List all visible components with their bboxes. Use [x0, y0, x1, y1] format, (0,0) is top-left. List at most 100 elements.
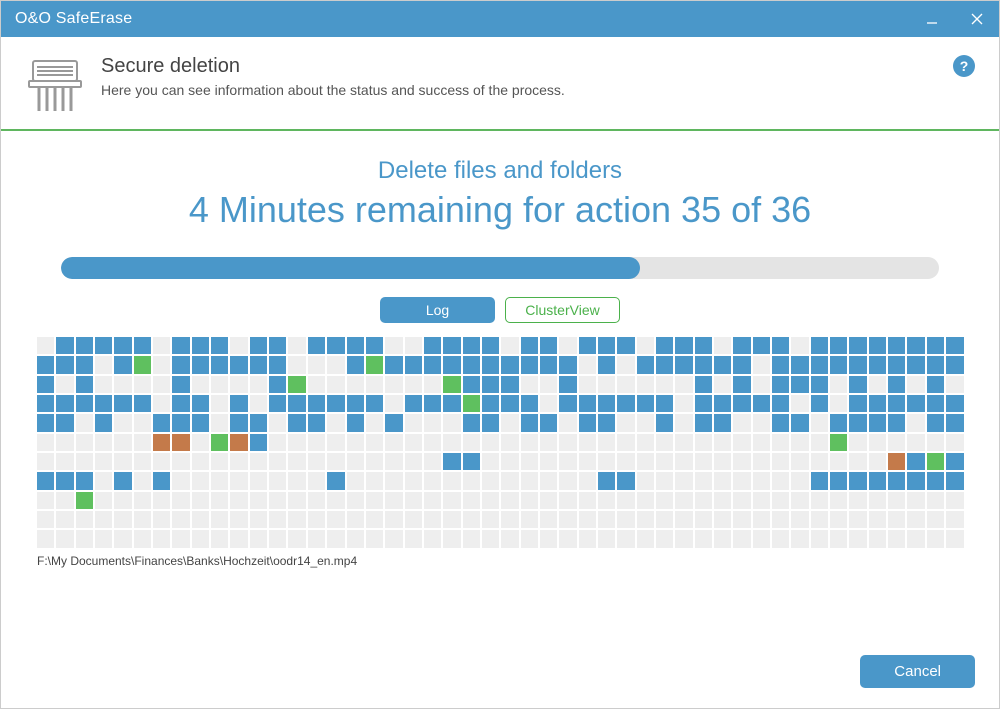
cluster-cell: [37, 530, 54, 547]
cluster-cell: [907, 453, 924, 470]
time-remaining-text: 4 Minutes remaining for action 35 of 36: [37, 189, 963, 231]
cluster-cell: [114, 337, 131, 354]
cluster-cell: [76, 511, 93, 528]
cluster-cell: [501, 434, 518, 451]
cluster-cell: [95, 453, 112, 470]
cluster-cell: [656, 356, 673, 373]
cluster-cell: [347, 434, 364, 451]
cluster-cell: [95, 530, 112, 547]
page-subtitle: Here you can see information about the s…: [101, 82, 565, 98]
cluster-cell: [211, 511, 228, 528]
cluster-cell: [385, 414, 402, 431]
cluster-cell: [37, 453, 54, 470]
cluster-cell: [888, 395, 905, 412]
cluster-cell: [385, 356, 402, 373]
cluster-cell: [637, 395, 654, 412]
help-button[interactable]: ?: [953, 55, 975, 77]
cluster-cell: [753, 376, 770, 393]
cluster-cell: [811, 453, 828, 470]
cluster-cell: [617, 376, 634, 393]
cluster-cell: [946, 472, 963, 489]
cluster-cell: [772, 453, 789, 470]
cluster-cell: [888, 472, 905, 489]
cluster-cell: [946, 337, 963, 354]
cluster-cell: [617, 453, 634, 470]
cluster-cell: [753, 530, 770, 547]
cluster-cell: [56, 530, 73, 547]
cluster-cell: [192, 414, 209, 431]
cluster-cell: [559, 414, 576, 431]
minimize-button[interactable]: [909, 1, 954, 37]
main-content: Delete files and folders 4 Minutes remai…: [1, 131, 999, 643]
cluster-cell: [56, 492, 73, 509]
cluster-cell: [695, 472, 712, 489]
cluster-cell: [675, 337, 692, 354]
cluster-cell: [617, 492, 634, 509]
cluster-cell: [559, 434, 576, 451]
cluster-cell: [772, 511, 789, 528]
cluster-cell: [733, 376, 750, 393]
cancel-button[interactable]: Cancel: [860, 655, 975, 688]
cluster-cell: [637, 492, 654, 509]
cluster-cell: [772, 395, 789, 412]
cluster-cell: [656, 395, 673, 412]
cluster-cell: [733, 472, 750, 489]
cluster-cell: [791, 434, 808, 451]
cluster-cell: [269, 453, 286, 470]
cluster-cell: [424, 395, 441, 412]
cluster-cell: [811, 376, 828, 393]
cluster-cell: [308, 492, 325, 509]
tab-clusterview[interactable]: ClusterView: [505, 297, 620, 323]
cluster-cell: [76, 492, 93, 509]
cluster-cell: [907, 472, 924, 489]
cluster-cell: [250, 414, 267, 431]
cluster-cell: [753, 434, 770, 451]
cluster-cell: [269, 472, 286, 489]
cluster-cell: [327, 472, 344, 489]
cluster-cell: [424, 453, 441, 470]
cluster-cell: [250, 356, 267, 373]
cluster-cell: [482, 395, 499, 412]
cluster-cell: [250, 376, 267, 393]
tab-cluster-label: ClusterView: [525, 302, 599, 318]
cluster-cell: [733, 434, 750, 451]
cluster-cell: [424, 492, 441, 509]
cluster-cell: [579, 511, 596, 528]
cluster-cell: [888, 356, 905, 373]
cluster-cell: [95, 434, 112, 451]
cluster-cell: [675, 472, 692, 489]
cluster-cell: [598, 395, 615, 412]
cluster-cell: [172, 356, 189, 373]
cluster-cell: [927, 414, 944, 431]
cluster-cell: [250, 511, 267, 528]
cluster-cell: [946, 434, 963, 451]
cluster-cell: [114, 453, 131, 470]
cluster-cell: [579, 530, 596, 547]
cluster-cell: [424, 376, 441, 393]
cluster-cell: [927, 356, 944, 373]
cluster-cell: [753, 414, 770, 431]
cluster-cell: [443, 472, 460, 489]
cluster-cell: [753, 395, 770, 412]
cluster-cell: [849, 356, 866, 373]
cluster-cell: [405, 356, 422, 373]
cluster-cell: [888, 337, 905, 354]
cluster-cell: [733, 414, 750, 431]
cluster-cell: [482, 511, 499, 528]
close-button[interactable]: [954, 1, 999, 37]
cluster-cell: [540, 511, 557, 528]
cluster-cell: [211, 376, 228, 393]
cluster-cell: [559, 395, 576, 412]
cluster-cell: [366, 376, 383, 393]
cluster-cell: [114, 376, 131, 393]
cluster-cell: [424, 434, 441, 451]
cluster-cell: [405, 453, 422, 470]
cluster-cell: [327, 530, 344, 547]
cluster-cell: [463, 434, 480, 451]
cluster-cell: [327, 337, 344, 354]
cluster-cell: [76, 472, 93, 489]
cluster-cell: [656, 414, 673, 431]
cluster-cell: [463, 530, 480, 547]
cluster-cell: [76, 530, 93, 547]
tab-log[interactable]: Log: [380, 297, 495, 323]
